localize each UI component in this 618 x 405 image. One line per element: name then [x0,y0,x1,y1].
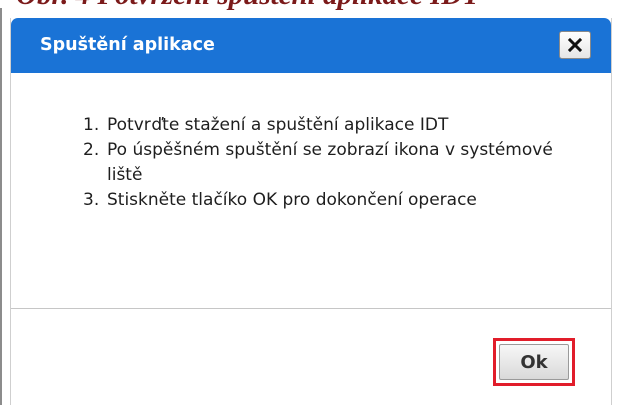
dialog-titlebar: Spuštění aplikace [11,18,611,73]
ok-button[interactable]: Ok [499,344,569,380]
launch-app-dialog: Spuštění aplikace 1. Potvrďte stažení a … [10,18,612,405]
close-icon [568,38,582,52]
step-number: 2. [83,140,100,160]
figure-caption: Obr. 4 Potvrzení spuštění aplikace IDT [16,0,480,12]
step-text: Potvrďte stažení a spuštění aplikace IDT [107,115,449,135]
step-number: 3. [83,190,100,210]
close-button[interactable] [559,31,591,59]
ok-button-highlight: Ok [493,338,575,386]
instruction-step-1: 1. Potvrďte stažení a spuštění aplikace … [83,113,553,138]
step-text: Stiskněte tlačíko OK pro dokončení opera… [107,190,477,210]
step-text: Po úspěšném spuštění se zobrazí ikona v … [107,140,553,185]
instruction-step-2: 2. Po úspěšném spuštění se zobrazí ikona… [83,138,553,188]
step-number: 1. [83,115,100,135]
figure-caption-strip: Obr. 4 Potvrzení spuštění aplikace IDT [0,0,618,12]
footer-divider [11,308,611,309]
dialog-title: Spuštění aplikace [40,35,215,55]
instruction-step-3: 3. Stiskněte tlačíko OK pro dokončení op… [83,188,553,213]
dialog-content: 1. Potvrďte stažení a spuštění aplikace … [11,73,611,308]
instruction-list: 1. Potvrďte stažení a spuštění aplikace … [83,113,553,213]
page-edge-line [0,8,2,405]
